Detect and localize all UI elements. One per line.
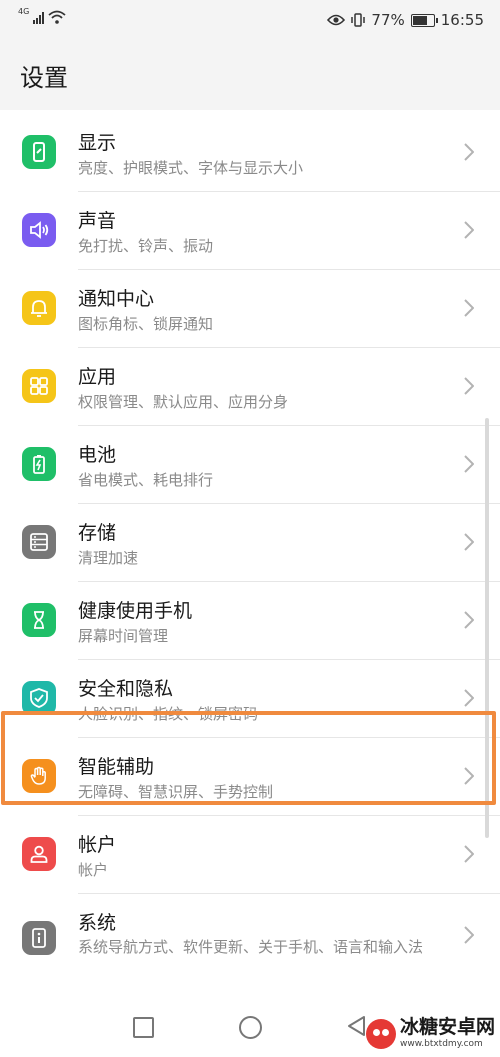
item-subtitle: 权限管理、默认应用、应用分身 <box>78 393 289 411</box>
icon-badge <box>22 837 56 871</box>
chevron-right-icon <box>464 611 474 629</box>
item-title: 应用 <box>78 366 117 388</box>
status-bar: 4G 77% 16:55 <box>0 0 500 44</box>
item-title: 健康使用手机 <box>78 600 193 622</box>
apps-grid-icon <box>30 377 48 395</box>
item-title: 显示 <box>78 132 117 154</box>
item-title: 帐户 <box>78 834 117 856</box>
icon-badge <box>22 681 56 715</box>
icon-badge <box>22 291 56 325</box>
battery-percent: 77% <box>371 11 405 29</box>
settings-item-display[interactable]: 显示 亮度、护眼模式、字体与显示大小 <box>0 114 500 192</box>
chevron-right-icon <box>464 377 474 395</box>
item-subtitle: 系统导航方式、软件更新、关于手机、语言和输入法 <box>78 938 424 956</box>
item-subtitle: 免打扰、铃声、振动 <box>78 237 214 255</box>
item-subtitle: 清理加速 <box>78 549 139 567</box>
item-subtitle: 屏幕时间管理 <box>78 627 169 645</box>
battery-icon <box>33 455 45 474</box>
speaker-icon <box>30 221 49 239</box>
chevron-right-icon <box>464 455 474 473</box>
item-title: 电池 <box>78 444 117 466</box>
settings-item-battery[interactable]: 电池 省电模式、耗电排行 <box>0 426 500 504</box>
item-title: 存储 <box>78 522 117 544</box>
watermark-title: 冰糖安卓网 <box>400 1016 496 1038</box>
watermark-text: 冰糖安卓网 www.btxtdmy.com <box>400 1018 495 1049</box>
settings-list: 显示 亮度、护眼模式、字体与显示大小 声音 免打扰、铃声、振动 通知中心 图标角… <box>0 114 500 1004</box>
icon-badge <box>22 447 56 481</box>
watermark-logo-icon <box>366 1018 396 1049</box>
back-button[interactable] <box>346 1015 366 1037</box>
bell-icon <box>31 300 47 317</box>
home-button[interactable] <box>239 1016 262 1039</box>
signal-group: 4G <box>18 7 66 24</box>
item-subtitle: 图标角标、锁屏通知 <box>78 315 214 333</box>
status-right: 77% 16:55 <box>327 11 484 29</box>
battery-icon <box>410 13 438 27</box>
vibrate-icon <box>351 13 366 27</box>
item-title: 声音 <box>78 210 117 232</box>
icon-badge <box>22 603 56 637</box>
user-icon <box>30 845 48 863</box>
item-subtitle: 省电模式、耗电排行 <box>78 471 214 489</box>
shield-icon <box>30 688 48 708</box>
icon-badge <box>22 135 56 169</box>
page-title: 设置 <box>20 64 68 92</box>
item-subtitle: 帐户 <box>78 861 109 879</box>
highlight-box <box>1 711 496 805</box>
eye-icon <box>327 14 346 26</box>
storage-icon <box>30 533 48 551</box>
page-header: 设置 <box>0 44 500 110</box>
chevron-right-icon <box>464 689 474 707</box>
settings-item-apps[interactable]: 应用 权限管理、默认应用、应用分身 <box>0 348 500 426</box>
clock: 16:55 <box>440 11 484 29</box>
display-icon <box>33 142 45 162</box>
hourglass-icon <box>34 611 44 629</box>
chevron-right-icon <box>464 845 474 863</box>
recents-button[interactable] <box>133 1017 154 1038</box>
settings-item-storage[interactable]: 存储 清理加速 <box>0 504 500 582</box>
chevron-right-icon <box>464 143 474 161</box>
wifi-icon <box>48 10 66 24</box>
item-subtitle: 亮度、护眼模式、字体与显示大小 <box>78 159 304 177</box>
settings-item-digital-balance[interactable]: 健康使用手机 屏幕时间管理 <box>0 582 500 660</box>
item-title: 通知中心 <box>78 288 155 310</box>
icon-badge <box>22 525 56 559</box>
settings-item-notifications[interactable]: 通知中心 图标角标、锁屏通知 <box>0 270 500 348</box>
signal-icon <box>33 12 45 24</box>
system-info-icon <box>32 928 46 948</box>
settings-item-accounts[interactable]: 帐户 帐户 <box>0 816 500 894</box>
chevron-right-icon <box>464 299 474 317</box>
item-title: 安全和隐私 <box>78 678 174 700</box>
chevron-right-icon <box>464 533 474 551</box>
watermark-url: www.btxtdmy.com <box>400 1039 483 1049</box>
network-type: 4G <box>18 7 30 16</box>
icon-badge <box>22 213 56 247</box>
icon-badge <box>22 921 56 955</box>
icon-badge <box>22 369 56 403</box>
settings-item-system[interactable]: 系统 系统导航方式、软件更新、关于手机、语言和输入法 <box>0 894 500 1004</box>
watermark: 冰糖安卓网 www.btxtdmy.com <box>366 1018 495 1049</box>
settings-item-sound[interactable]: 声音 免打扰、铃声、振动 <box>0 192 500 270</box>
item-title: 系统 <box>78 912 117 934</box>
chevron-right-icon <box>464 221 474 239</box>
chevron-right-icon <box>464 926 474 944</box>
